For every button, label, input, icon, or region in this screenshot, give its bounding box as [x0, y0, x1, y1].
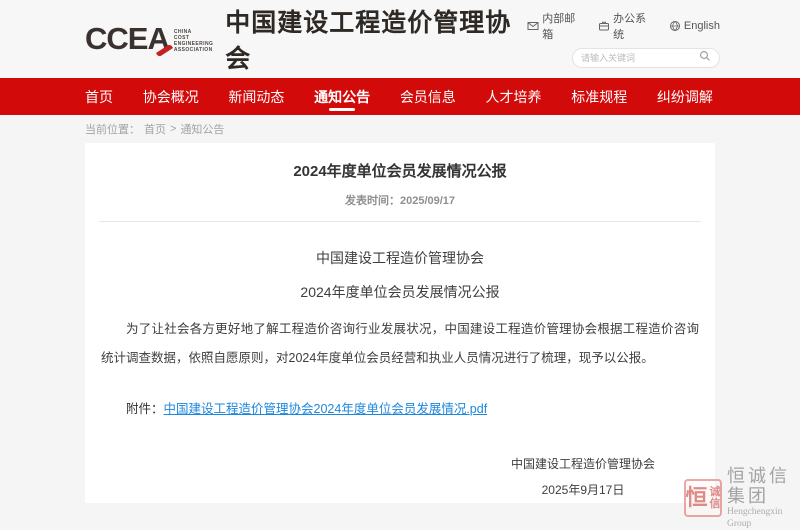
- breadcrumb-home-link[interactable]: 首页: [144, 121, 166, 137]
- logo-swoosh-icon: [156, 44, 173, 57]
- breadcrumb-separator: >: [170, 123, 176, 135]
- nav-item-notices[interactable]: 通知公告: [314, 81, 370, 113]
- article-heading-org: 中国建设工程造价管理协会: [85, 248, 715, 268]
- signature-date: 2025年9月17日: [511, 477, 655, 503]
- nav-item-home[interactable]: 首页: [85, 81, 113, 113]
- main-nav-inner: 首页 协会概况 新闻动态 通知公告 会员信息 人才培养 标准规程 纠纷调解: [85, 81, 713, 113]
- utility-link-label: English: [684, 20, 720, 32]
- breadcrumb-current: 通知公告: [180, 121, 224, 137]
- hengchengxin-watermark: 恒 诚 信 恒诚信集团 Hengchengxin Group: [684, 466, 800, 530]
- logo-subtitle: CHINA COST ENGINEERING ASSOCIATION: [174, 29, 213, 53]
- search-input[interactable]: [581, 53, 699, 63]
- nav-item-about[interactable]: 协会概况: [143, 81, 199, 113]
- office-system-link[interactable]: 办公系统: [598, 10, 655, 42]
- attachment-row: 附件：中国建设工程造价管理协会2024年度单位会员发展情况.pdf: [85, 398, 715, 417]
- site-header: CCEA CHINA COST ENGINEERING ASSOCIATION …: [0, 0, 800, 78]
- article-title: 2024年度单位会员发展情况公报: [85, 160, 715, 181]
- article-heading-subject: 2024年度单位会员发展情况公报: [85, 282, 715, 302]
- utility-links: 内部邮箱 办公系统 English: [527, 10, 720, 42]
- header-utilities: 内部邮箱 办公系统 English: [527, 10, 720, 68]
- logo-title-cn: 中国建设工程造价管理协会: [225, 3, 527, 75]
- attachment-label: 附件：: [126, 402, 164, 416]
- internal-mail-link[interactable]: 内部邮箱: [527, 10, 584, 42]
- seal-char: 诚: [710, 486, 721, 498]
- nav-item-standards[interactable]: 标准规程: [571, 81, 627, 113]
- attachment-pdf-link[interactable]: 中国建设工程造价管理协会2024年度单位会员发展情况.pdf: [164, 402, 488, 416]
- utility-link-label: 办公系统: [613, 10, 655, 42]
- watermark-text: 恒诚信集团 Hengchengxin Group: [727, 466, 800, 530]
- breadcrumb-prefix: 当前位置：: [85, 121, 140, 137]
- nav-item-mediation[interactable]: 纠纷调解: [657, 81, 713, 113]
- signature-org: 中国建设工程造价管理协会: [511, 451, 655, 477]
- logo-sub-line: ASSOCIATION: [174, 47, 213, 53]
- article-signature: 中国建设工程造价管理协会 2025年9月17日: [85, 451, 715, 503]
- search-box: [572, 48, 720, 68]
- watermark-name-cn: 恒诚信集团: [727, 466, 800, 506]
- mail-icon: [527, 20, 539, 32]
- nav-item-news[interactable]: 新闻动态: [228, 81, 284, 113]
- main-nav: 首页 协会概况 新闻动态 通知公告 会员信息 人才培养 标准规程 纠纷调解: [0, 78, 800, 115]
- article-card: 2024年度单位会员发展情况公报 发表时间：2025/09/17 中国建设工程造…: [85, 143, 715, 503]
- office-icon: [598, 20, 610, 32]
- article-paragraph: 为了让社会各方更好地了解工程造价咨询行业发展状况，中国建设工程造价管理协会根据工…: [85, 315, 715, 373]
- logo-acronym: CCEA: [85, 21, 169, 57]
- seal-char-column: 诚 信: [710, 486, 721, 510]
- site-logo[interactable]: CCEA CHINA COST ENGINEERING ASSOCIATION …: [85, 3, 527, 75]
- signature-block: 中国建设工程造价管理协会 2025年9月17日: [511, 451, 655, 503]
- nav-item-members[interactable]: 会员信息: [400, 81, 456, 113]
- globe-icon: [669, 20, 681, 32]
- search-icon[interactable]: [699, 49, 711, 67]
- seal-char: 信: [710, 498, 721, 510]
- article-divider: [99, 221, 701, 222]
- breadcrumb: 当前位置： 首页 > 通知公告: [0, 115, 800, 143]
- hengchengxin-seal-icon: 恒 诚 信: [684, 479, 722, 517]
- english-link[interactable]: English: [669, 10, 720, 42]
- utility-link-label: 内部邮箱: [542, 10, 584, 42]
- seal-char: 恒: [686, 487, 708, 509]
- article-publish-date: 发表时间：2025/09/17: [85, 192, 715, 208]
- nav-item-training[interactable]: 人才培养: [486, 81, 542, 113]
